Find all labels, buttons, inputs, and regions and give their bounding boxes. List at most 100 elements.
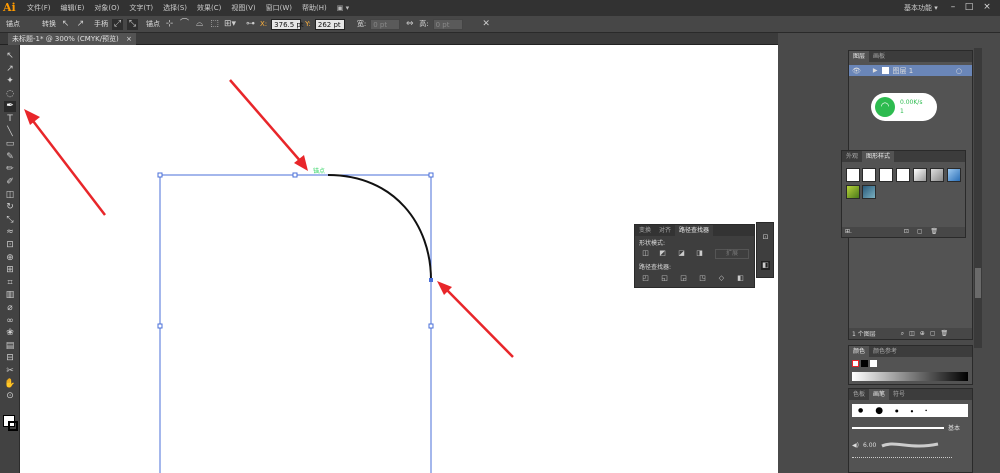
selection-handle[interactable] <box>157 172 163 178</box>
menu-object[interactable]: 对象(O) <box>89 3 124 13</box>
divide-icon[interactable]: ◰ <box>641 274 650 283</box>
rounded-corner-path[interactable] <box>327 174 432 281</box>
rectangle-tool[interactable]: ▭ <box>4 139 16 150</box>
eyedropper-tool[interactable]: ⌀ <box>4 303 16 314</box>
column-graph-tool[interactable]: ▤ <box>4 341 16 352</box>
bridge-icon[interactable]: ▣ ▾ <box>332 4 354 12</box>
layer-row[interactable]: 👁 ▶ 图层 1 ○ <box>849 65 972 76</box>
unite-icon[interactable]: ◫ <box>641 249 650 258</box>
white-swatch[interactable] <box>870 360 877 367</box>
tab-artboards[interactable]: 画板 <box>869 51 889 62</box>
eraser-tool[interactable]: ◫ <box>4 190 16 201</box>
make-clip-mask-icon[interactable]: ◫ <box>909 330 915 337</box>
anchor-point[interactable] <box>429 278 433 282</box>
zoom-tool[interactable]: ⊙ <box>4 391 16 402</box>
minimize-button[interactable]: – <box>946 2 960 13</box>
brush-dot[interactable]: ● <box>858 407 863 414</box>
crop-icon[interactable]: ◳ <box>698 274 707 283</box>
stroke-swatch[interactable] <box>8 421 18 431</box>
tab-symbols[interactable]: 符号 <box>889 389 909 400</box>
slice-tool[interactable]: ✂ <box>4 366 16 377</box>
tab-brushes[interactable]: 画笔 <box>869 389 890 400</box>
style-swatch[interactable] <box>862 185 876 199</box>
menu-view[interactable]: 视图(V) <box>226 3 260 13</box>
style-swatch[interactable] <box>930 168 944 182</box>
convert-corner-icon[interactable]: ↖ <box>60 19 71 30</box>
close-window-button[interactable]: × <box>980 2 994 13</box>
paintbrush-tool[interactable]: ✎ <box>4 152 16 163</box>
type-tool[interactable]: T <box>4 114 16 125</box>
perspective-grid-tool[interactable]: ⊞ <box>4 265 16 276</box>
brush-dot[interactable]: ● <box>895 408 899 413</box>
x-field[interactable]: 376.5 pt <box>271 18 304 30</box>
shape-builder-tool[interactable]: ⊕ <box>4 253 16 264</box>
style-swatch[interactable] <box>862 168 876 182</box>
menu-window[interactable]: 窗口(W) <box>261 3 297 13</box>
exclude-icon[interactable]: ◨ <box>695 249 704 258</box>
selection-handle[interactable] <box>428 172 434 178</box>
connect-anchor-icon[interactable]: ⌓ <box>194 19 205 30</box>
hand-tool[interactable]: ✋ <box>4 379 16 390</box>
y-field[interactable]: 262 pt <box>314 18 345 30</box>
tab-pathfinder[interactable]: 路径查找器 <box>675 225 714 236</box>
style-swatch[interactable] <box>879 168 893 182</box>
workspace-switcher[interactable]: 基本功能 ▾ <box>904 3 938 13</box>
pencil-tool[interactable]: ✏ <box>4 164 16 175</box>
black-swatch[interactable] <box>861 360 868 367</box>
width-field[interactable]: 0 pt <box>370 18 401 30</box>
menu-help[interactable]: 帮助(H) <box>297 3 332 13</box>
new-sublayer-icon[interactable]: ⊕ <box>920 330 925 337</box>
tab-color-guide[interactable]: 颜色参考 <box>869 346 901 357</box>
tab-swatches[interactable]: 色板 <box>849 389 869 400</box>
maximize-button[interactable]: □ <box>962 2 976 13</box>
style-swatch[interactable] <box>913 168 927 182</box>
magic-wand-tool[interactable]: ✦ <box>4 76 16 87</box>
hide-handles-icon[interactable]: ⤡ <box>127 18 138 30</box>
none-swatch[interactable] <box>852 360 859 367</box>
constrain-link-icon[interactable]: ⇔ <box>404 19 415 30</box>
scroll-thumb[interactable] <box>975 268 981 298</box>
scale-tool[interactable]: ⤡ <box>4 215 16 226</box>
layer-name[interactable]: 图层 1 <box>893 66 914 76</box>
direct-selection-tool[interactable]: ↗ <box>4 64 16 75</box>
style-swatch[interactable] <box>896 168 910 182</box>
intersect-icon[interactable]: ◪ <box>677 249 686 258</box>
tab-align[interactable]: 对齐 <box>655 225 675 236</box>
tab-color[interactable]: 颜色 <box>849 346 870 357</box>
show-handles-icon[interactable]: ⤢ <box>112 18 123 30</box>
artboard-bounding-box[interactable] <box>159 174 432 473</box>
close-tab-button[interactable]: × <box>126 35 132 43</box>
tab-layers[interactable]: 图层 <box>849 51 870 62</box>
document-tab[interactable]: 未标题-1* @ 300% (CMYK/预览) × <box>8 33 136 45</box>
artboard-tool[interactable]: ⊟ <box>4 353 16 364</box>
selection-handle[interactable] <box>428 323 434 329</box>
brush-dot[interactable]: ● <box>911 409 914 413</box>
color-spectrum-bar[interactable] <box>852 372 968 381</box>
cut-path-icon[interactable]: ⌒ <box>179 19 190 30</box>
blob-brush-tool[interactable]: ✐ <box>4 177 16 188</box>
delete-layer-icon[interactable]: 🗑 <box>940 330 948 337</box>
rotate-tool[interactable]: ↻ <box>4 202 16 213</box>
gradient-tool[interactable]: ▥ <box>4 290 16 301</box>
align-anchor-icon[interactable]: ⊞▾ <box>224 19 236 30</box>
outline-icon[interactable]: ◇ <box>717 274 726 283</box>
brush-size-row[interactable]: ◀) 6.00 <box>852 439 968 451</box>
height-field[interactable]: 0 pt <box>432 18 463 30</box>
width-tool[interactable]: ≈ <box>4 227 16 238</box>
merge-icon[interactable]: ◲ <box>679 274 688 283</box>
expand-triangle-icon[interactable]: ▶ <box>873 67 878 74</box>
menu-select[interactable]: 选择(S) <box>158 3 192 13</box>
menu-type[interactable]: 文字(T) <box>124 3 158 13</box>
pathfinder-panel-icon[interactable]: ◧ <box>761 261 770 270</box>
brush-dot[interactable]: ● <box>925 410 927 412</box>
duplicate-style-icon[interactable]: ▢ <box>917 228 923 235</box>
menu-edit[interactable]: 编辑(E) <box>56 3 90 13</box>
basic-brush-row[interactable]: 基本 <box>852 423 968 432</box>
visibility-eye-icon[interactable]: 👁 <box>852 67 861 75</box>
symbol-sprayer-tool[interactable]: ❀ <box>4 328 16 339</box>
transform-options-icon[interactable]: ✕ <box>481 19 492 30</box>
free-transform-tool[interactable]: ⊡ <box>4 240 16 251</box>
tab-transform[interactable]: 变换 <box>635 225 655 236</box>
trim-icon[interactable]: ◱ <box>660 274 669 283</box>
style-swatch[interactable] <box>846 185 860 199</box>
